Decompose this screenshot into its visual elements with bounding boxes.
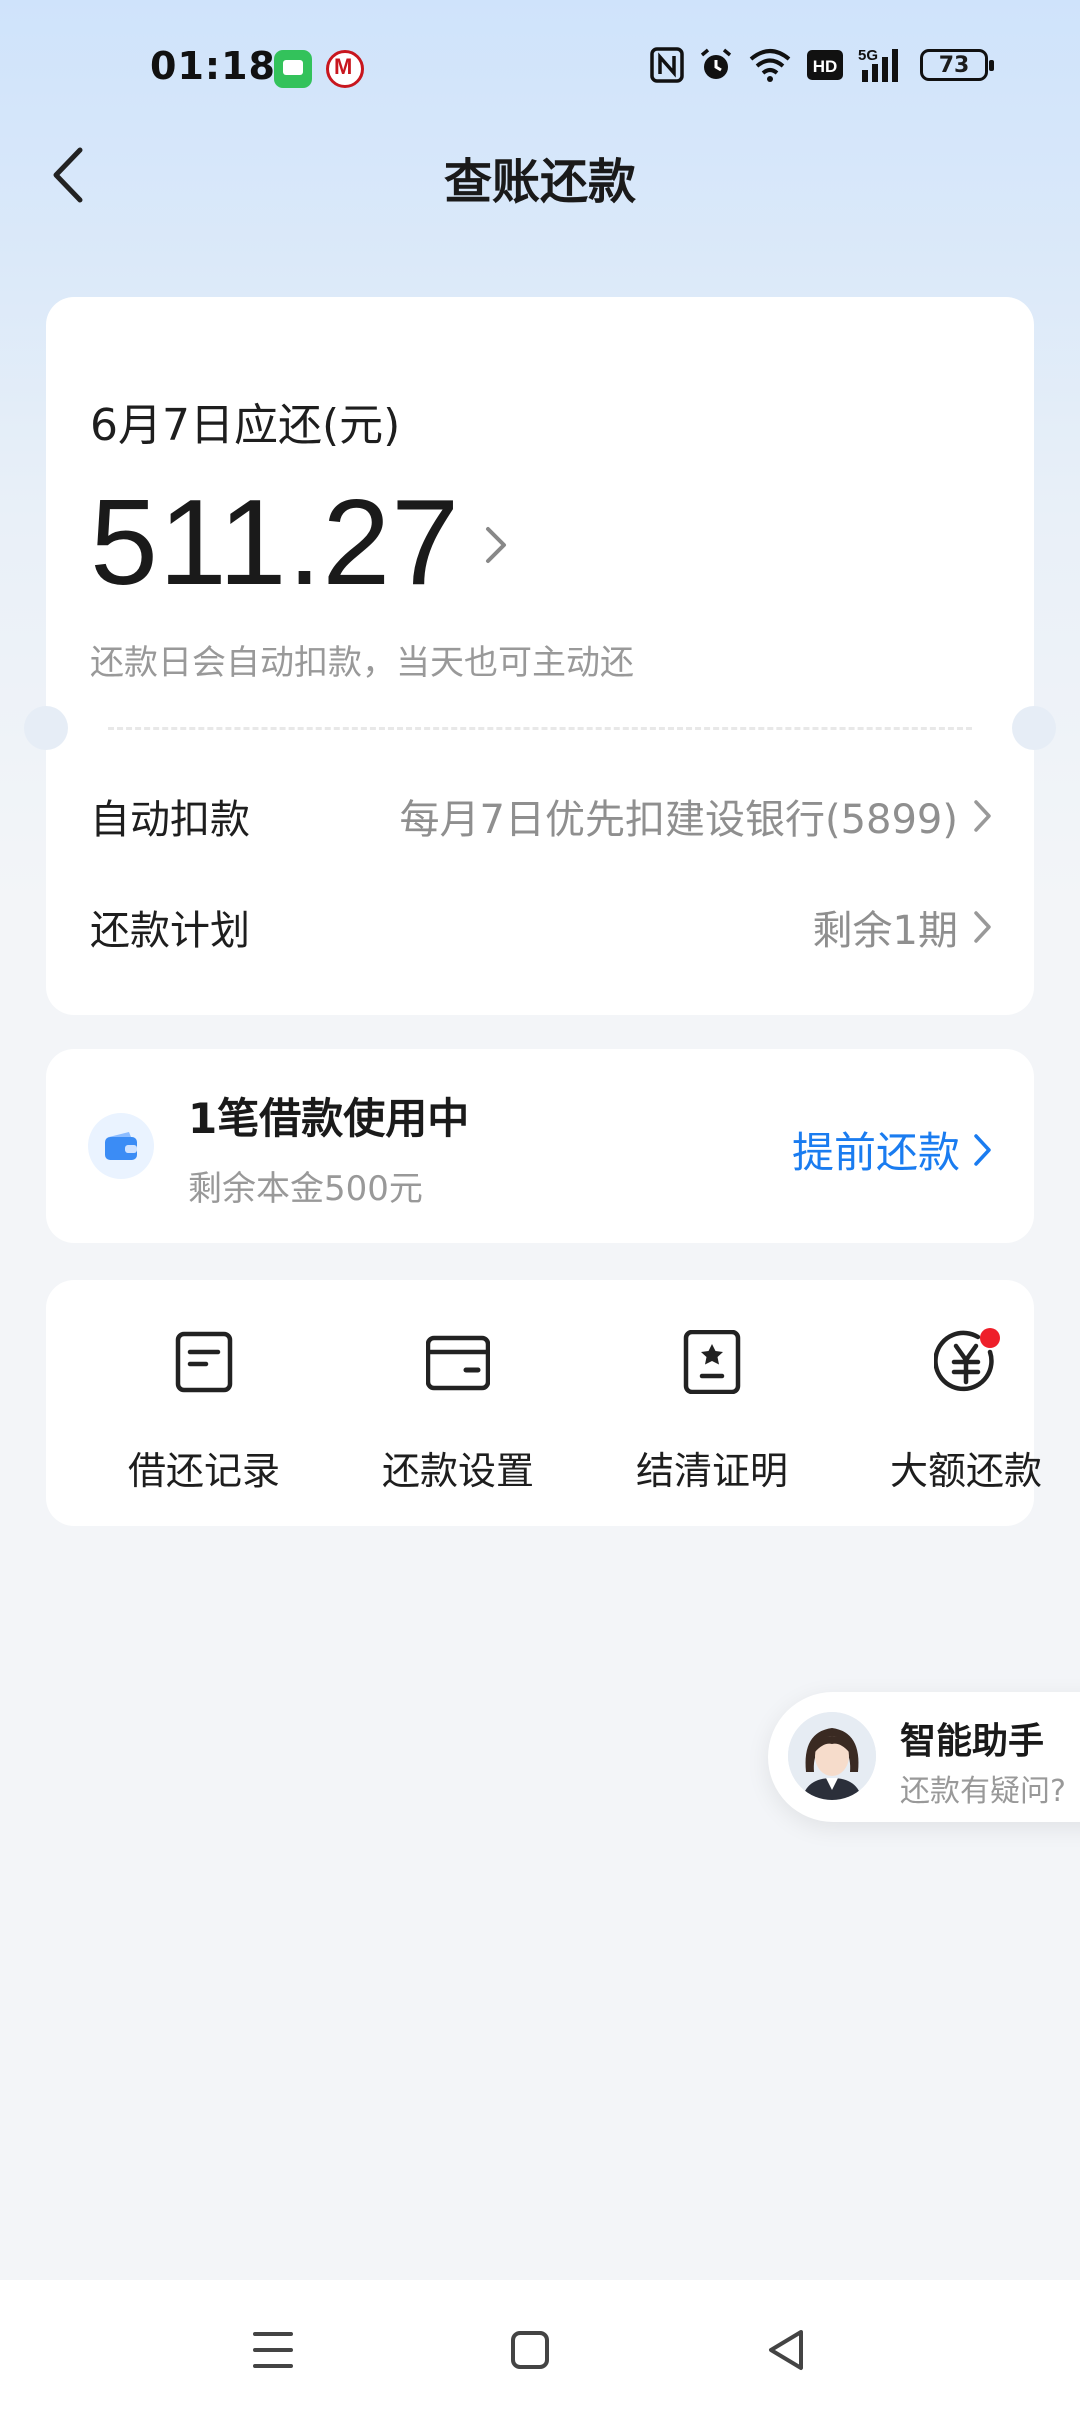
repay-plan-value: 剩余1期 (812, 908, 958, 954)
due-amount: 511.27 (90, 474, 461, 610)
auto-deduct-note: 还款日会自动扣款，当天也可主动还 (90, 643, 634, 683)
status-time: 01:18 (150, 44, 276, 88)
assistant-title: 智能助手 (900, 1721, 1045, 1762)
yuan-icon (933, 1328, 1000, 1394)
assistant-avatar (788, 1712, 876, 1800)
alarm-icon (700, 48, 732, 79)
settlement-proof-label: 结清证明 (635, 1449, 788, 1493)
loan-title: 1笔借款使用中 (188, 1094, 470, 1143)
settlement-proof-button[interactable]: 结清证明 (612, 1329, 812, 1495)
wallet-icon-badge (88, 1113, 154, 1179)
chevron-right-icon (974, 800, 991, 832)
messages-app-icon (274, 50, 312, 88)
wifi-icon (749, 49, 791, 82)
prepay-button[interactable]: 提前还款 (792, 1119, 994, 1180)
battery-level: 73 (938, 52, 970, 78)
repay-settings-label: 还款设置 (381, 1449, 534, 1493)
auto-deduct-row[interactable]: 自动扣款 每月7日优先扣建设银行(5899) (90, 776, 994, 856)
chevron-right-icon (974, 911, 991, 943)
assistant-subtitle: 还款有疑问? (900, 1774, 1066, 1809)
5g-signal-icon: 5G (858, 47, 898, 82)
chevron-right-icon (486, 527, 507, 563)
battery-icon: 73 (920, 49, 994, 81)
loan-records-label: 借还记录 (127, 1449, 280, 1493)
prepay-label: 提前还款 (791, 1128, 960, 1177)
record-icon (172, 1330, 236, 1394)
menu-icon (253, 2332, 293, 2368)
repay-settings-button[interactable]: 还款设置 (358, 1330, 558, 1495)
svg-text:HD: HD (813, 57, 838, 76)
repay-plan-row[interactable]: 还款计划 剩余1期 (90, 887, 994, 967)
nfc-icon (650, 47, 684, 83)
card-notch-left (24, 706, 68, 750)
page-title: 查账还款 (443, 154, 636, 210)
large-repay-label: 大额还款 (889, 1449, 1042, 1493)
bank-app-icon (326, 50, 364, 88)
card-icon (425, 1330, 491, 1394)
status-bar: 01:18 HD 5G (0, 0, 1080, 140)
tools-card: 借还记录 还款设置 结清证明 大额还款 (46, 1280, 1042, 1526)
loan-records-button[interactable]: 借还记录 (104, 1330, 304, 1495)
page: 01:18 HD 5G (0, 0, 1080, 2412)
certificate-icon (680, 1329, 744, 1395)
repay-plan-label: 还款计划 (90, 908, 250, 954)
loan-card: 1笔借款使用中 剩余本金500元 提前还款 (46, 1049, 1034, 1243)
card-notch-right (1012, 706, 1056, 750)
recent-apps-button[interactable] (243, 2320, 303, 2380)
dashed-divider (108, 727, 972, 730)
smart-assistant-button[interactable]: 智能助手 还款有疑问? (768, 1692, 1080, 1822)
home-square-icon (511, 2331, 549, 2369)
chevron-right-icon (974, 1133, 991, 1166)
system-nav-bar (0, 2280, 1080, 2412)
amount-link[interactable]: 511.27 (90, 477, 510, 607)
remaining-principal: 剩余本金500元 (188, 1169, 423, 1209)
svg-text:5G: 5G (858, 47, 878, 64)
hd-icon: HD (807, 50, 843, 80)
system-back-button[interactable] (757, 2320, 817, 2380)
back-triangle-icon (769, 2330, 803, 2370)
auto-deduct-value: 每月7日优先扣建设银行(5899) (399, 797, 958, 843)
home-button[interactable] (500, 2320, 560, 2380)
auto-deduct-label: 自动扣款 (90, 797, 250, 843)
bill-card: 6月7日应还(元) 511.27 还款日会自动扣款，当天也可主动还 自动扣款 每… (24, 297, 1056, 1015)
status-icons: HD 5G 73 (650, 46, 994, 84)
wallet-icon (105, 1132, 137, 1160)
due-label: 6月7日应还(元) (90, 400, 401, 451)
notification-dot (980, 1328, 1000, 1348)
large-repay-button[interactable]: 大额还款 (866, 1328, 1066, 1495)
